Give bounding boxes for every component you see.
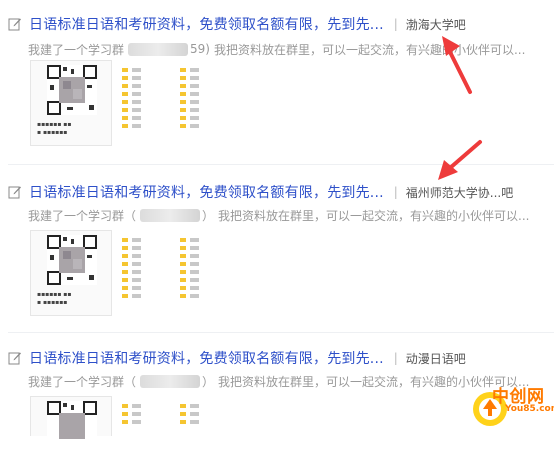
result-title-link[interactable]: 日语标准日语和考研资料，免费领取名额有限，先到先... <box>29 14 384 34</box>
qr-thumbnail[interactable] <box>30 396 112 451</box>
file-list-thumbnail[interactable] <box>118 230 174 316</box>
qr-code-image <box>47 401 97 451</box>
file-list-thumbnail[interactable] <box>118 396 174 436</box>
excerpt-mid: ） <box>202 208 215 223</box>
result-title-row: 日语标准日语和考研资料，免费领取名额有限，先到先... | 福州师范大学协...… <box>8 182 513 202</box>
forum-name-link[interactable]: 渤海大学吧 <box>406 16 466 33</box>
watermark-domain: You85.com <box>505 404 554 414</box>
red-arrow-annotation <box>442 36 472 94</box>
qr-code-image <box>47 65 97 115</box>
file-list-thumbnail[interactable] <box>118 60 174 146</box>
excerpt-mid: ） <box>202 374 215 389</box>
blurred-group-number <box>140 208 201 222</box>
edit-icon <box>8 186 21 199</box>
qr-caption: ▪▪▪▪▪▪ ▪▪ ▪ ▪▪▪▪▪▪ <box>37 291 72 306</box>
result-title-link[interactable]: 日语标准日语和考研资料，免费领取名额有限，先到先... <box>29 182 384 202</box>
file-list-thumbnail[interactable] <box>176 230 232 316</box>
file-list-thumbnail[interactable] <box>176 60 232 146</box>
qr-code-image <box>47 235 97 285</box>
excerpt-start: 我建了一个学习群 <box>28 42 125 57</box>
title-separator: | <box>393 17 398 31</box>
forum-name-link[interactable]: 动漫日语吧 <box>406 350 466 367</box>
result-excerpt: 我建了一个学习群（ ） 我把资料放在群里，可以一起交流，有兴趣的小伙伴可以... <box>28 372 529 390</box>
edit-icon <box>8 352 21 365</box>
result-excerpt: 我建了一个学习群（ ） 我把资料放在群里，可以一起交流，有兴趣的小伙伴可以... <box>28 206 529 224</box>
excerpt-mid: 59) <box>190 42 210 56</box>
search-result-2: 日语标准日语和考研资料，免费领取名额有限，先到先... | 福州师范大学协...… <box>0 172 554 330</box>
result-title-row: 日语标准日语和考研资料，免费领取名额有限，先到先... | 动漫日语吧 <box>8 348 466 368</box>
qr-thumbnail[interactable]: ▪▪▪▪▪▪ ▪▪ ▪ ▪▪▪▪▪▪ <box>30 60 112 146</box>
forum-name-link[interactable]: 福州师范大学协...吧 <box>406 184 513 201</box>
edit-icon <box>8 18 21 31</box>
title-separator: | <box>393 185 398 199</box>
blurred-group-number <box>128 42 189 56</box>
qr-thumbnail[interactable]: ▪▪▪▪▪▪ ▪▪ ▪ ▪▪▪▪▪▪ <box>30 230 112 316</box>
blurred-group-number <box>140 374 201 388</box>
excerpt-end: 我把资料放在群里，可以一起交流，有兴趣的小伙伴可以... <box>218 208 530 223</box>
result-title-link[interactable]: 日语标准日语和考研资料，免费领取名额有限，先到先... <box>29 348 384 368</box>
result-title-row: 日语标准日语和考研资料，免费领取名额有限，先到先... | 渤海大学吧 <box>8 14 466 34</box>
red-arrow-annotation <box>438 140 482 180</box>
title-separator: | <box>393 351 398 365</box>
result-divider <box>8 332 554 333</box>
file-list-thumbnail[interactable] <box>176 396 232 436</box>
qr-caption: ▪▪▪▪▪▪ ▪▪ ▪ ▪▪▪▪▪▪ <box>37 121 72 136</box>
excerpt-start: 我建了一个学习群（ <box>28 208 137 223</box>
excerpt-start: 我建了一个学习群（ <box>28 374 137 389</box>
